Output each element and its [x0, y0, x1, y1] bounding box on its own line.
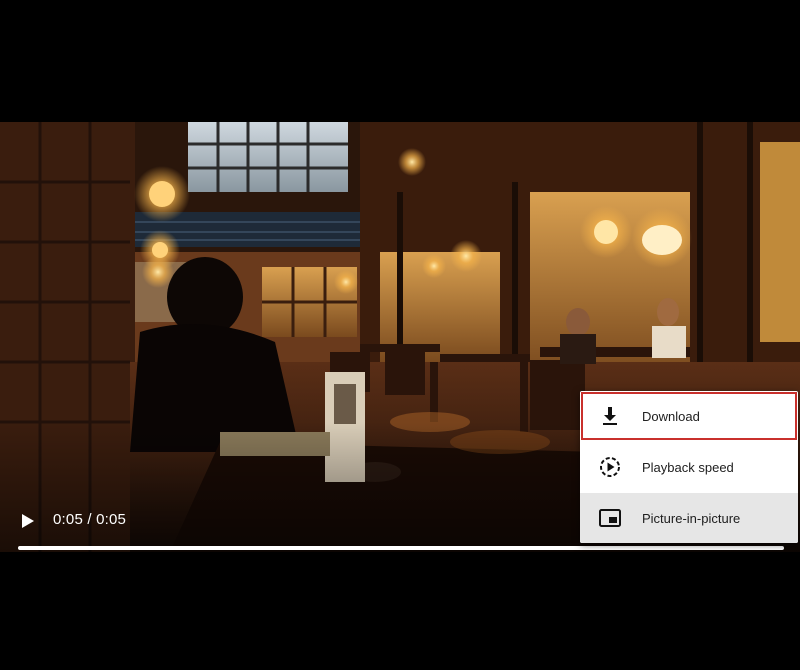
progress-bar[interactable]: [18, 546, 784, 550]
play-icon: [22, 514, 34, 528]
picture-in-picture-icon: [599, 507, 621, 529]
play-button[interactable]: [16, 510, 40, 532]
menu-item-label: Download: [642, 408, 700, 424]
menu-item-picture-in-picture[interactable]: Picture-in-picture: [580, 493, 798, 543]
context-menu: Download Playback speed Picture-in-pictu…: [580, 391, 798, 543]
menu-item-download[interactable]: Download: [580, 391, 798, 441]
time-display: 0:05 / 0:05: [53, 511, 127, 528]
menu-item-label: Picture-in-picture: [642, 510, 741, 526]
playback-speed-icon: [599, 456, 621, 478]
menu-item-playback-speed[interactable]: Playback speed: [580, 442, 798, 492]
menu-item-label: Playback speed: [642, 459, 734, 475]
download-icon: [599, 405, 621, 427]
